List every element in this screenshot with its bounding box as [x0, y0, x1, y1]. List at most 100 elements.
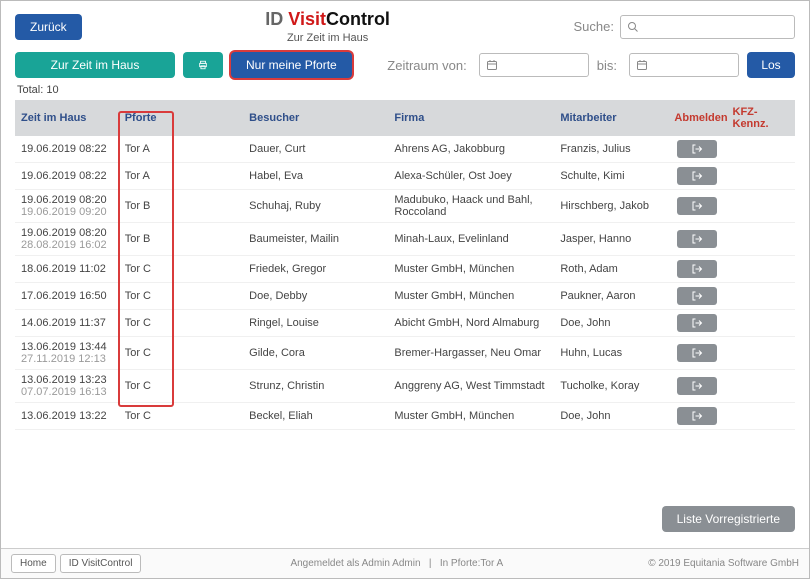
table-row: 13.06.2019 13:2307.07.2019 16:13Tor CStr… — [15, 370, 795, 403]
cell-firma: Abicht GmbH, Nord Almaburg — [388, 310, 554, 337]
copyright: © 2019 Equitania Software GmbH — [648, 558, 799, 569]
cell-firma: Muster GmbH, München — [388, 283, 554, 310]
title-id: ID — [265, 9, 288, 29]
go-button[interactable]: Los — [747, 52, 795, 78]
cell-pforte: Tor C — [119, 403, 243, 430]
cell-kfz — [727, 403, 796, 430]
cell-pforte: Tor B — [119, 190, 243, 223]
cell-besucher: Doe, Debby — [243, 283, 388, 310]
cell-besucher: Strunz, Christin — [243, 370, 388, 403]
cell-firma: Alexa-Schüler, Ost Joey — [388, 163, 554, 190]
logout-icon — [691, 290, 703, 302]
col-besucher[interactable]: Besucher — [243, 100, 388, 136]
print-button[interactable] — [183, 52, 223, 78]
current-inhouse-button[interactable]: Zur Zeit im Haus — [15, 52, 175, 78]
cell-kfz — [727, 370, 796, 403]
breadcrumb-app[interactable]: ID VisitControl — [60, 554, 142, 573]
cell-abmelden — [668, 283, 726, 310]
table-row: 19.06.2019 08:22Tor AHabel, EvaAlexa-Sch… — [15, 163, 795, 190]
cell-mitarbeiter: Tucholke, Koray — [554, 370, 668, 403]
cell-zeit: 19.06.2019 08:22 — [15, 163, 119, 190]
logout-icon — [691, 143, 703, 155]
logout-button[interactable] — [677, 167, 717, 185]
cell-mitarbeiter: Franzis, Julius — [554, 136, 668, 163]
logout-icon — [691, 317, 703, 329]
cell-pforte: Tor C — [119, 370, 243, 403]
logout-icon — [691, 170, 703, 182]
logout-button[interactable] — [677, 230, 717, 248]
logout-icon — [691, 200, 703, 212]
table-row: 17.06.2019 16:50Tor CDoe, DebbyMuster Gm… — [15, 283, 795, 310]
cell-firma: Bremer-Hargasser, Neu Omar — [388, 337, 554, 370]
cell-pforte: Tor A — [119, 163, 243, 190]
cell-abmelden — [668, 256, 726, 283]
cell-pforte: Tor C — [119, 283, 243, 310]
cell-kfz — [727, 256, 796, 283]
cell-abmelden — [668, 163, 726, 190]
col-kfz[interactable]: KFZ-Kennz. — [727, 100, 796, 136]
col-pforte[interactable]: Pforte — [119, 100, 243, 136]
calendar-icon — [486, 59, 498, 71]
gate-label: In Pforte:Tor A — [440, 558, 503, 569]
table-row: 18.06.2019 11:02Tor CFriedek, GregorMust… — [15, 256, 795, 283]
cell-besucher: Gilde, Cora — [243, 337, 388, 370]
title-visit: Visit — [288, 9, 326, 29]
cell-kfz — [727, 163, 796, 190]
cell-abmelden — [668, 136, 726, 163]
table-row: 19.06.2019 08:22Tor ADauer, CurtAhrens A… — [15, 136, 795, 163]
total-label: Total: 10 — [17, 84, 793, 96]
page-subtitle: Zur Zeit im Haus — [82, 32, 574, 44]
cell-pforte: Tor B — [119, 223, 243, 256]
cell-pforte: Tor C — [119, 337, 243, 370]
only-my-gate-button[interactable]: Nur meine Pforte — [231, 52, 352, 78]
cell-zeit: 18.06.2019 11:02 — [15, 256, 119, 283]
cell-mitarbeiter: Huhn, Lucas — [554, 337, 668, 370]
breadcrumb-home[interactable]: Home — [11, 554, 56, 573]
visitors-table: Zeit im Haus Pforte Besucher Firma Mitar… — [15, 100, 795, 430]
cell-abmelden — [668, 190, 726, 223]
cell-kfz — [727, 310, 796, 337]
col-zeit[interactable]: Zeit im Haus — [15, 100, 119, 136]
search-icon — [627, 21, 639, 33]
logout-button[interactable] — [677, 344, 717, 362]
cell-pforte: Tor A — [119, 136, 243, 163]
cell-besucher: Habel, Eva — [243, 163, 388, 190]
logout-button[interactable] — [677, 287, 717, 305]
cell-mitarbeiter: Hirschberg, Jakob — [554, 190, 668, 223]
table-row: 19.06.2019 08:2028.08.2019 16:02Tor BBau… — [15, 223, 795, 256]
search-input[interactable] — [643, 19, 788, 35]
app-title: ID VisitControl Zur Zeit im Haus — [82, 9, 574, 44]
table-row: 13.06.2019 13:22Tor CBeckel, EliahMuster… — [15, 403, 795, 430]
cell-firma: Madubuko, Haack und Bahl, Roccoland — [388, 190, 554, 223]
date-from-input[interactable] — [479, 53, 589, 77]
col-firma[interactable]: Firma — [388, 100, 554, 136]
logout-button[interactable] — [677, 197, 717, 215]
table-row: 13.06.2019 13:4427.11.2019 12:13Tor CGil… — [15, 337, 795, 370]
table-row: 14.06.2019 11:37Tor CRingel, LouiseAbich… — [15, 310, 795, 337]
cell-firma: Ahrens AG, Jakobburg — [388, 136, 554, 163]
cell-zeit: 13.06.2019 13:2307.07.2019 16:13 — [15, 370, 119, 403]
logout-button[interactable] — [677, 314, 717, 332]
col-mitarbeiter[interactable]: Mitarbeiter — [554, 100, 668, 136]
cell-kfz — [727, 283, 796, 310]
cell-zeit: 19.06.2019 08:2019.06.2019 09:20 — [15, 190, 119, 223]
search-input-wrap[interactable] — [620, 15, 795, 39]
cell-firma: Muster GmbH, München — [388, 403, 554, 430]
cell-zeit: 17.06.2019 16:50 — [15, 283, 119, 310]
period-to-label: bis: — [597, 58, 617, 73]
cell-besucher: Ringel, Louise — [243, 310, 388, 337]
logout-icon — [691, 380, 703, 392]
cell-kfz — [727, 190, 796, 223]
cell-firma: Minah-Laux, Evelinland — [388, 223, 554, 256]
logout-icon — [691, 410, 703, 422]
logout-button[interactable] — [677, 140, 717, 158]
back-button[interactable]: Zurück — [15, 14, 82, 40]
date-to-input[interactable] — [629, 53, 739, 77]
logout-button[interactable] — [677, 377, 717, 395]
logout-button[interactable] — [677, 260, 717, 278]
list-preregistered-button[interactable]: Liste Vorregistrierte — [662, 506, 795, 532]
col-abmelden[interactable]: Abmelden — [668, 100, 726, 136]
logout-button[interactable] — [677, 407, 717, 425]
cell-abmelden — [668, 337, 726, 370]
cell-abmelden — [668, 403, 726, 430]
